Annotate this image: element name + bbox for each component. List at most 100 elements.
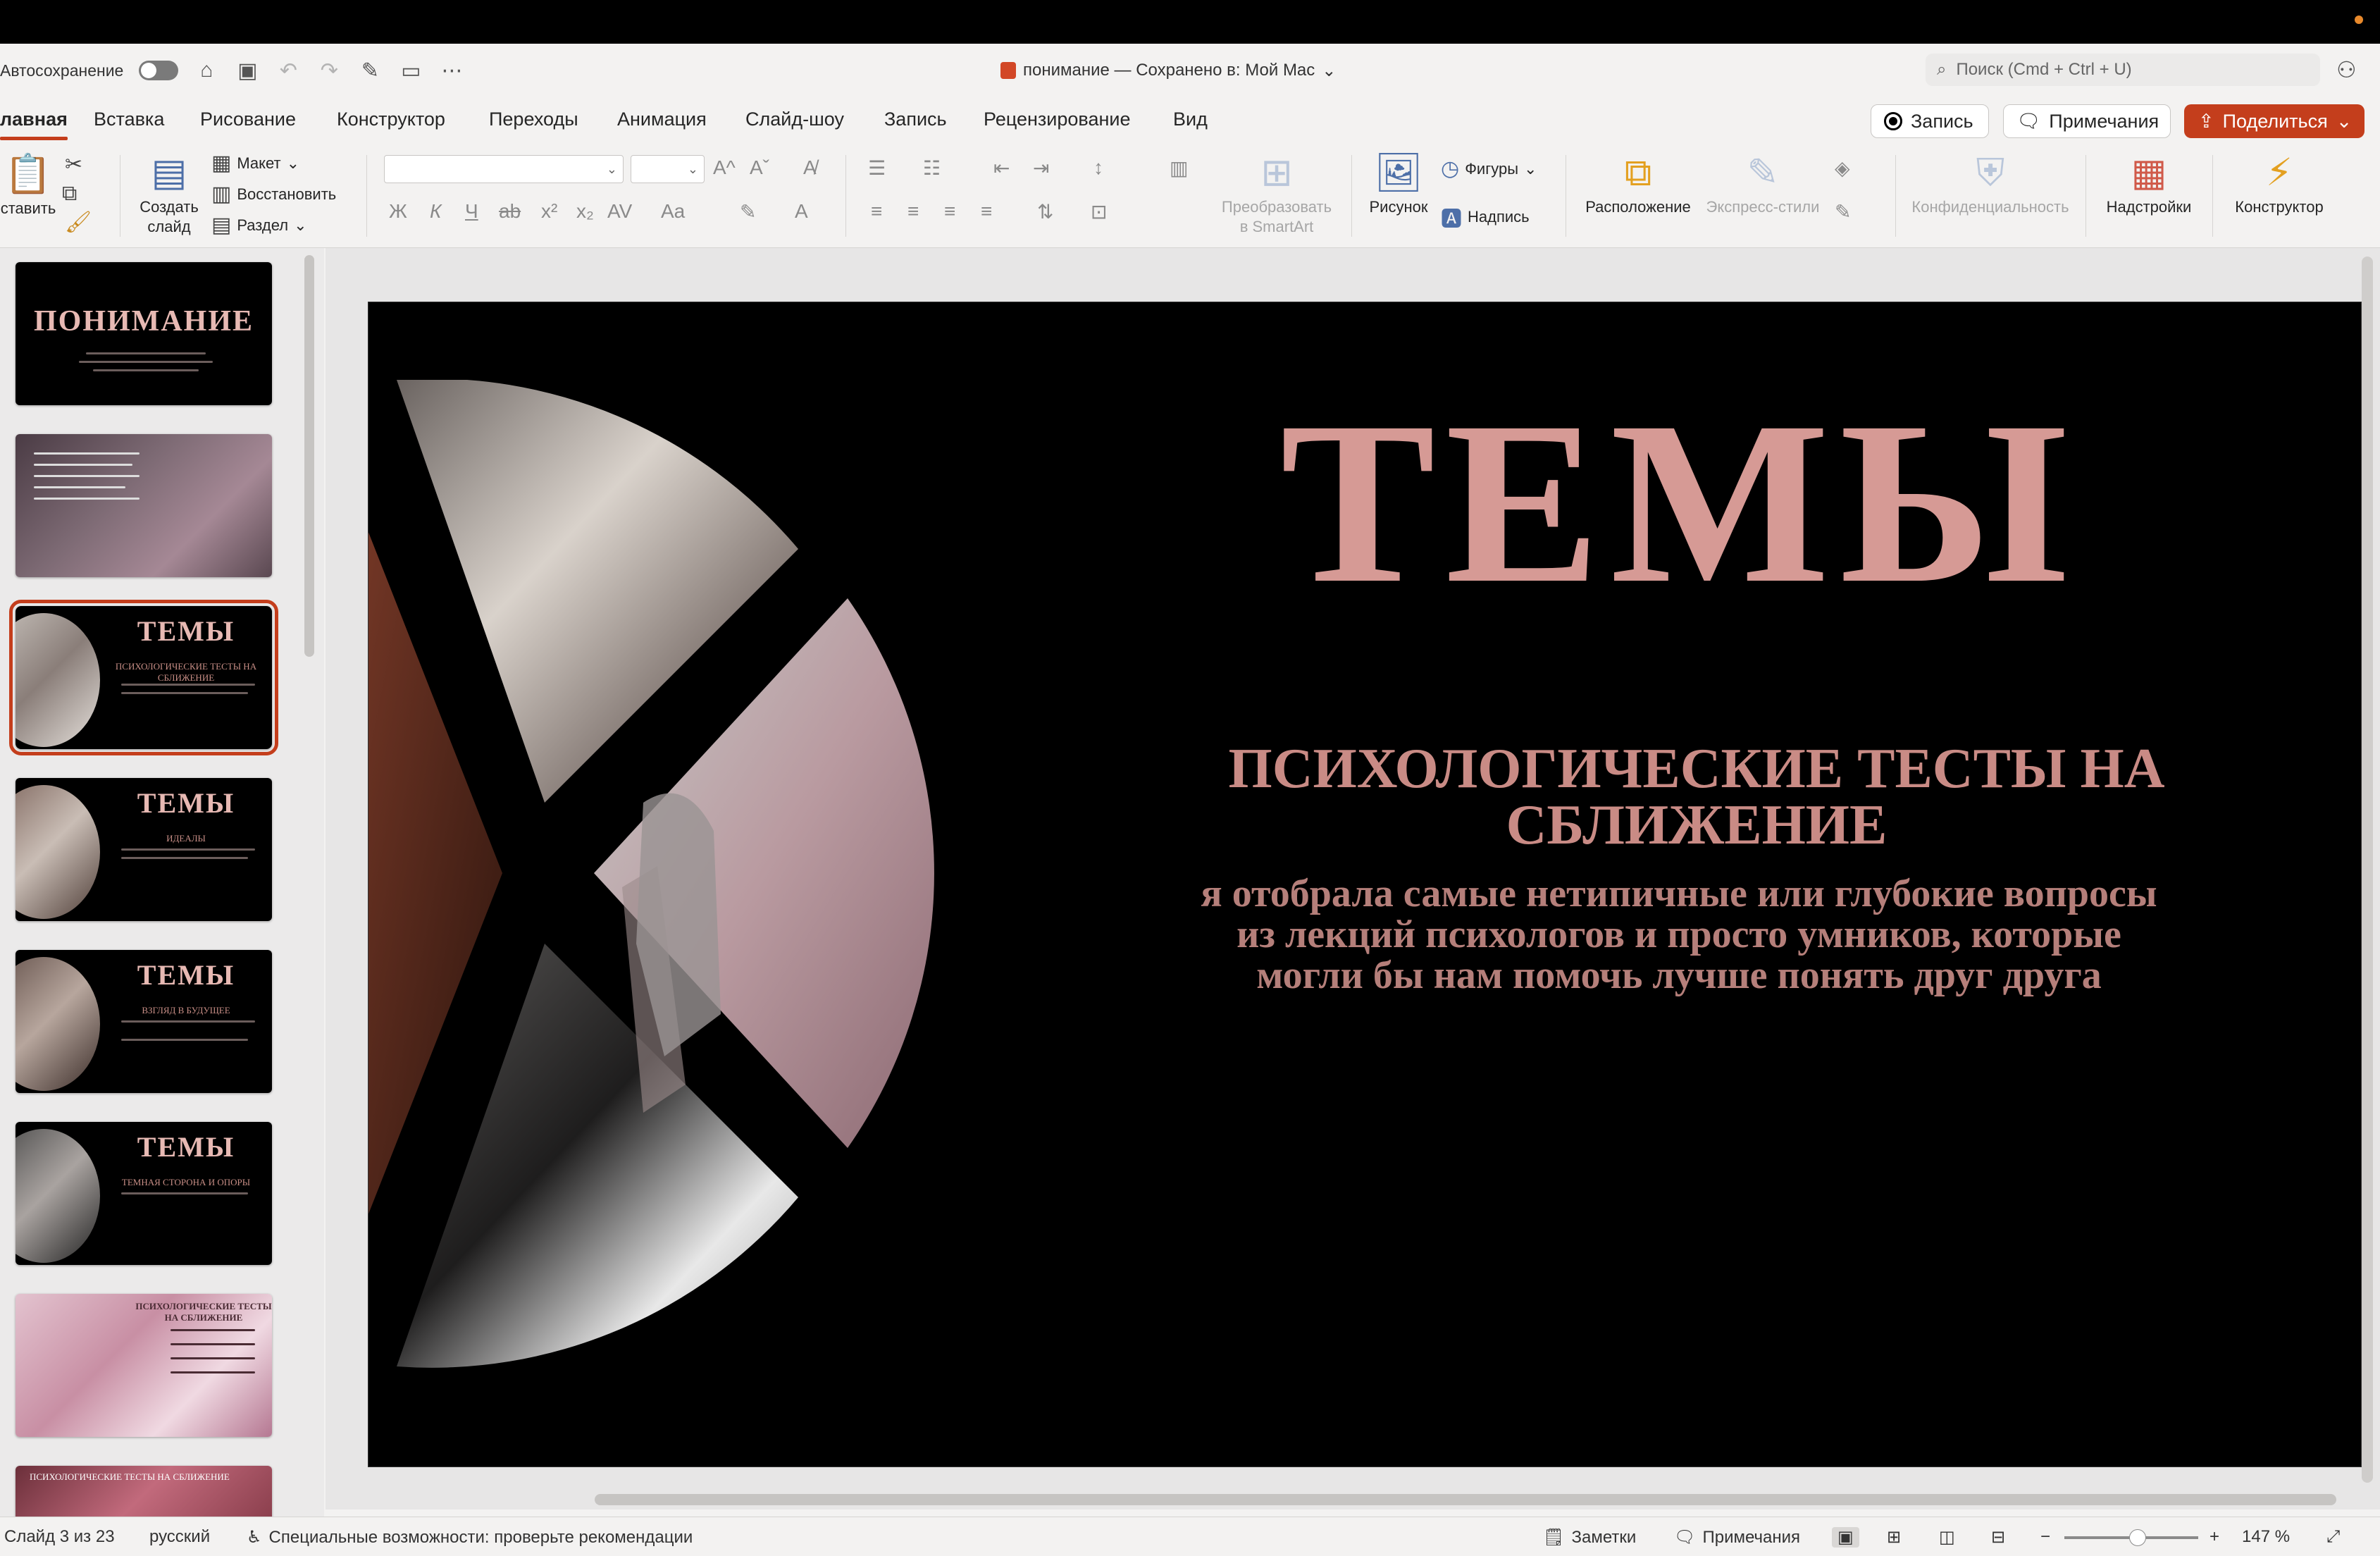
layout-button[interactable]: ▦ Макет ⌄ bbox=[211, 151, 299, 175]
section-button[interactable]: ▤ Раздел ⌄ bbox=[211, 213, 307, 237]
privacy-button[interactable]: ⛨ Конфиденциальность bbox=[1906, 148, 2075, 217]
comments-button[interactable]: 🗨 Примечания bbox=[2003, 104, 2171, 138]
slide-thumbnail-4[interactable]: ТЕМЫ ИДЕАЛЫ bbox=[16, 778, 272, 921]
horizontal-scrollbar[interactable] bbox=[595, 1494, 2336, 1505]
tab-record[interactable]: Запись bbox=[884, 109, 947, 130]
paste-button[interactable]: 📋 ставить bbox=[0, 149, 56, 218]
tab-slideshow[interactable]: Слайд-шоу bbox=[745, 109, 844, 130]
save-icon[interactable]: ▣ bbox=[235, 58, 260, 83]
more-icon[interactable]: ⋯ bbox=[439, 58, 464, 83]
tab-draw[interactable]: Рисование bbox=[200, 109, 296, 130]
accessibility-status[interactable]: ♿ Специальные возможности: проверьте рек… bbox=[247, 1527, 693, 1548]
outline-icon[interactable]: ✎ bbox=[1835, 200, 1851, 223]
zoom-out-icon[interactable]: − bbox=[2040, 1527, 2050, 1547]
record-button[interactable]: Запись bbox=[1871, 104, 1989, 138]
thumbnail-title: ТЕМЫ bbox=[137, 615, 235, 647]
slide-sorter-icon[interactable]: ⊞ bbox=[1887, 1527, 1901, 1548]
decrease-indent-icon[interactable]: ⇤ bbox=[993, 156, 1010, 180]
undo-icon[interactable]: ↶ bbox=[275, 58, 301, 83]
slide-title[interactable]: ТЕМЫ bbox=[1221, 387, 2137, 619]
line-spacing-icon[interactable]: ↕ bbox=[1093, 156, 1103, 179]
redo-icon[interactable]: ↷ bbox=[316, 58, 342, 83]
home-icon[interactable]: ⌂ bbox=[194, 58, 219, 82]
slide-thumbnail-3[interactable]: ТЕМЫ ПСИХОЛОГИЧЕСКИЕ ТЕСТЫ НА СБЛИЖЕНИЕ bbox=[9, 600, 278, 755]
reading-view-icon[interactable]: ◫ bbox=[1939, 1527, 1955, 1548]
font-size-field[interactable]: ⌄ bbox=[631, 155, 705, 183]
fit-to-window-icon[interactable]: ⤢ bbox=[2326, 1527, 2340, 1547]
zoom-in-icon[interactable]: + bbox=[2209, 1527, 2219, 1547]
underline-button[interactable]: Ч bbox=[465, 200, 478, 223]
designer-button[interactable]: ⚡ Конструктор bbox=[2226, 148, 2332, 217]
vertical-scrollbar[interactable] bbox=[2362, 257, 2373, 1483]
language-indicator[interactable]: русский bbox=[149, 1527, 210, 1547]
share-button[interactable]: ⇪ Поделиться ⌄ bbox=[2184, 104, 2364, 138]
slide-body-text[interactable]: я отобрала самые нетипичные или глубокие… bbox=[1045, 873, 2313, 996]
tab-home[interactable]: лавная bbox=[0, 109, 68, 140]
columns-icon[interactable]: ▥ bbox=[1170, 156, 1188, 180]
slide-thumbnail-6[interactable]: ТЕМЫ ТЕМНАЯ СТОРОНА И ОПОРЫ bbox=[16, 1122, 272, 1265]
normal-view-icon[interactable]: ▣ bbox=[1832, 1527, 1859, 1548]
textbox-button[interactable]: 🅰 Надпись bbox=[1441, 202, 1530, 233]
slide-thumbnail-1[interactable]: ПОНИМАНИЕ bbox=[16, 262, 272, 405]
slide-thumbnail-7[interactable]: ПСИХОЛОГИЧЕСКИЕ ТЕСТЫ НА СБЛИЖЕНИЕ bbox=[16, 1294, 272, 1437]
addins-button[interactable]: ▦ Надстройки bbox=[2100, 148, 2198, 217]
reset-button[interactable]: ▥ Восстановить bbox=[211, 182, 336, 206]
slide-thumbnail-8[interactable]: ПСИХОЛОГИЧЕСКИЕ ТЕСТЫ НА СБЛИЖЕНИЕ bbox=[16, 1466, 272, 1522]
picture-button[interactable]: 🖼 Рисунок bbox=[1363, 148, 1434, 217]
search-input[interactable]: ⌕ Поиск (Cmd + Ctrl + U) bbox=[1926, 54, 2320, 86]
quick-styles-icon: ✎ bbox=[1747, 152, 1779, 194]
fill-icon[interactable]: ◈ bbox=[1835, 156, 1850, 180]
shrink-font-icon[interactable]: Aˇ bbox=[750, 156, 769, 179]
tab-review[interactable]: Рецензирование bbox=[984, 109, 1131, 130]
font-color-icon[interactable]: A bbox=[795, 200, 808, 223]
current-slide[interactable]: ТЕМЫ ПСИХОЛОГИЧЕСКИЕ ТЕСТЫ НА СБЛИЖЕНИЕ … bbox=[368, 302, 2362, 1467]
zoom-slider-handle[interactable] bbox=[2129, 1529, 2146, 1546]
align-center-icon[interactable]: ≡ bbox=[907, 200, 919, 223]
edit-icon[interactable]: ✎ bbox=[357, 58, 383, 83]
justify-icon[interactable]: ≡ bbox=[981, 200, 992, 223]
slide-subtitle[interactable]: ПСИХОЛОГИЧЕСКИЕ ТЕСТЫ НА СБЛИЖЕНИЕ bbox=[1115, 741, 2278, 853]
slideshow-icon[interactable]: ⊟ bbox=[1991, 1527, 2005, 1548]
autosave-toggle[interactable] bbox=[139, 61, 179, 80]
increase-indent-icon[interactable]: ⇥ bbox=[1033, 156, 1049, 180]
tab-insert[interactable]: Вставка bbox=[94, 109, 164, 130]
tab-view[interactable]: Вид bbox=[1173, 109, 1208, 130]
italic-button[interactable]: К bbox=[430, 200, 442, 223]
format-painter-icon[interactable]: 🖌 bbox=[65, 210, 92, 235]
subscript-button[interactable]: x₂ bbox=[576, 200, 594, 223]
highlight-icon[interactable]: ✎ bbox=[740, 200, 756, 223]
document-title[interactable]: понимание — Сохранено в: Мой Mac ⌄ bbox=[1000, 44, 1336, 97]
align-text-icon[interactable]: ⊡ bbox=[1091, 200, 1107, 223]
text-direction-icon[interactable]: ⇅ bbox=[1037, 200, 1053, 223]
shapes-button[interactable]: ◷ Фигуры ⌄ bbox=[1441, 156, 1537, 181]
quick-styles-button[interactable]: ✎ Экспресс-стили bbox=[1699, 148, 1826, 217]
bullets-icon[interactable]: ☰ bbox=[868, 156, 886, 180]
strikethrough-button[interactable]: ab bbox=[499, 200, 521, 223]
numbering-icon[interactable]: ☷ bbox=[923, 156, 941, 180]
align-right-icon[interactable]: ≡ bbox=[944, 200, 955, 223]
convert-smartart-button[interactable]: ⊞ Преобразовать в SmartArt bbox=[1213, 148, 1340, 237]
tab-transitions[interactable]: Переходы bbox=[489, 109, 578, 130]
thumbnails-scrollbar[interactable] bbox=[304, 255, 314, 657]
align-left-icon[interactable]: ≡ bbox=[871, 200, 882, 223]
superscript-button[interactable]: x² bbox=[541, 200, 557, 223]
tab-design[interactable]: Конструктор bbox=[337, 109, 445, 130]
slide-thumbnail-5[interactable]: ТЕМЫ ВЗГЛЯД В БУДУЩЕЕ bbox=[16, 950, 272, 1093]
arrange-button[interactable]: ⧉ Расположение bbox=[1578, 148, 1698, 217]
bold-button[interactable]: Ж bbox=[389, 200, 407, 223]
new-slide-button[interactable]: ▤ Создать слайд bbox=[134, 148, 204, 237]
clear-formatting-icon[interactable]: A̸ bbox=[803, 156, 817, 179]
grow-font-icon[interactable]: A^ bbox=[713, 156, 736, 179]
notes-button[interactable]: 🗒 Заметки bbox=[1543, 1527, 1636, 1548]
copy-icon[interactable]: ⧉ bbox=[62, 182, 77, 206]
status-comments-button[interactable]: 🗨 Примечания bbox=[1674, 1527, 1800, 1548]
slide-thumbnail-2[interactable] bbox=[16, 434, 272, 577]
new-document-icon[interactable]: ▭ bbox=[398, 58, 423, 83]
tab-animations[interactable]: Анимация bbox=[617, 109, 707, 130]
zoom-level[interactable]: 147 % bbox=[2242, 1527, 2290, 1547]
account-icon[interactable]: ⚇ bbox=[2336, 56, 2357, 83]
change-case-button[interactable]: Aa bbox=[661, 200, 685, 223]
cut-icon[interactable]: ✂ bbox=[65, 152, 82, 177]
character-spacing-button[interactable]: AV bbox=[607, 200, 632, 223]
font-name-field[interactable]: ⌄ bbox=[384, 155, 624, 183]
